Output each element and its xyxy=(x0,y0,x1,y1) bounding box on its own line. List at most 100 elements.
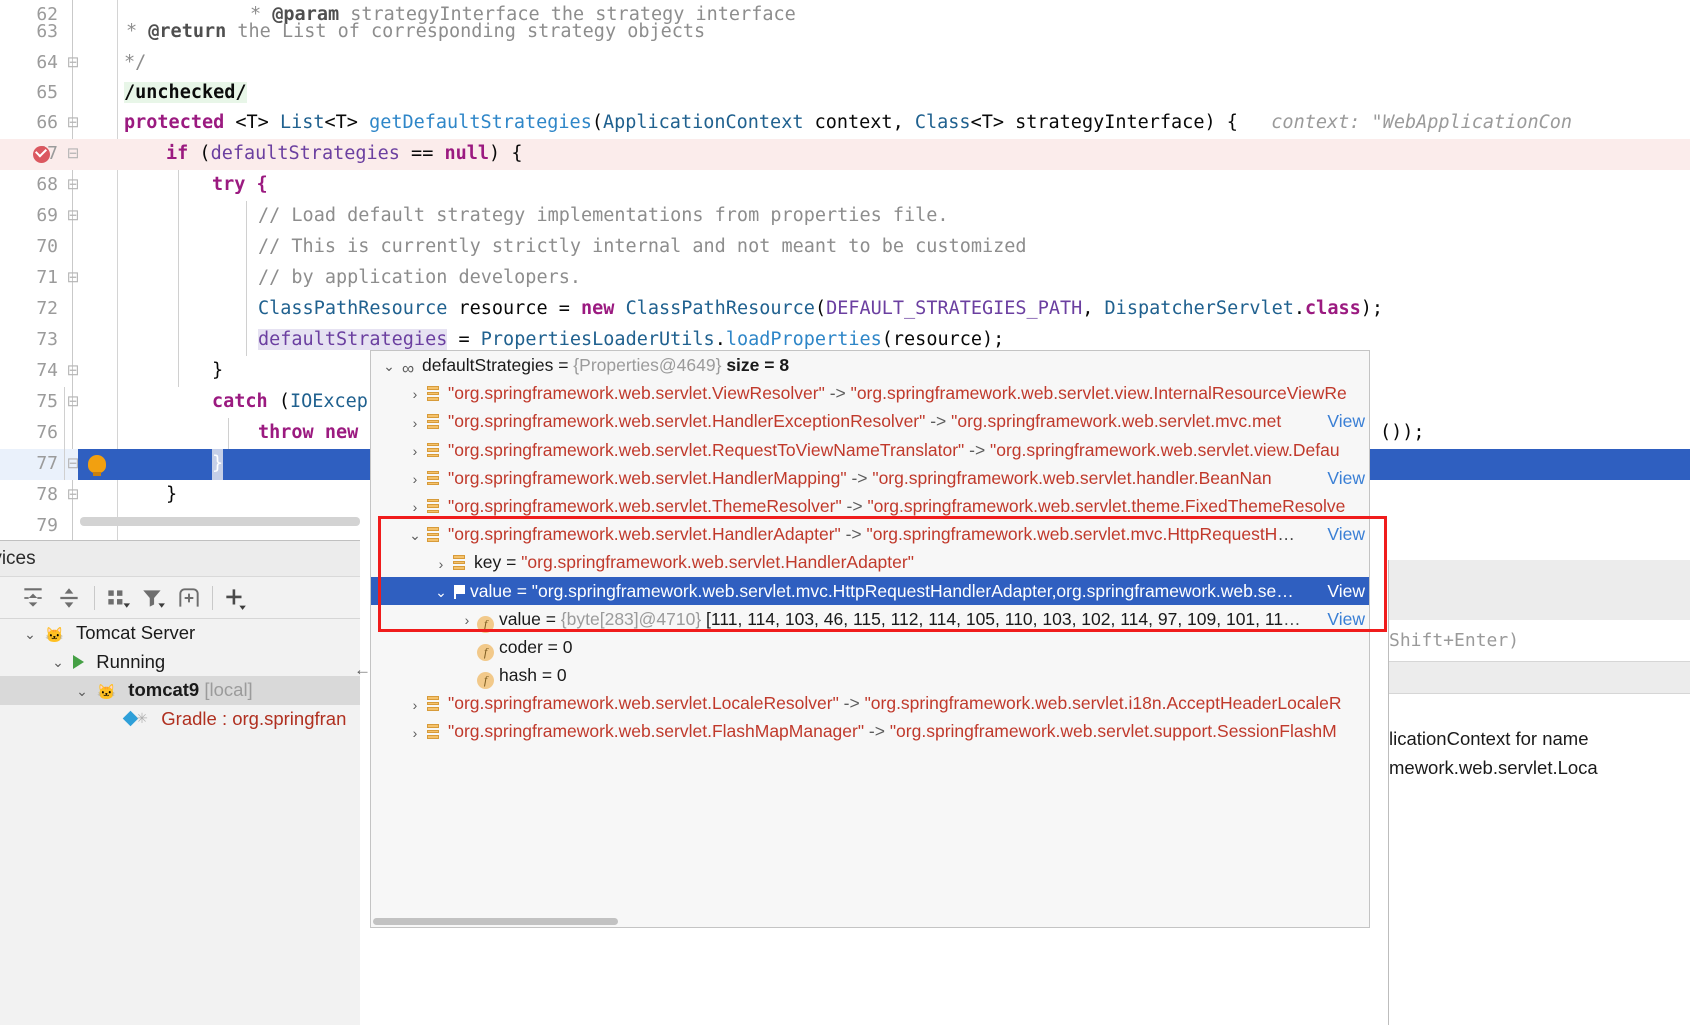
view-link[interactable]: View xyxy=(1327,464,1365,492)
debugger-entry-value: "org.springframework.web.servlet.mvc.met xyxy=(951,411,1282,432)
services-tree-row-gradle[interactable]: ✳ Gradle : org.springfran xyxy=(0,705,360,734)
code-line-68[interactable]: 68 ⊟ try { xyxy=(0,170,1690,201)
chevron-right-icon[interactable]: › xyxy=(405,437,425,464)
code-line-64[interactable]: 64 ⊟ */ xyxy=(0,48,1690,79)
chevron-right-icon[interactable]: › xyxy=(405,465,425,492)
debugger-tree-row-key[interactable]: › key = "org.springframework.web.servlet.… xyxy=(371,548,1369,576)
line-number: 77 xyxy=(36,453,58,474)
services-tree[interactable]: ⌄ Tomcat Server ⌄ Running ⌄ tomcat9 [loc… xyxy=(0,619,360,733)
chevron-right-icon[interactable]: › xyxy=(405,691,425,718)
code-token: DispatcherServlet xyxy=(1104,298,1294,319)
editor-horizontal-scrollbar[interactable] xyxy=(80,517,360,526)
services-panel: rvices ⌄ xyxy=(0,540,360,1025)
filter-icon[interactable] xyxy=(140,585,166,611)
debugger-node-value: "org.springframework.web.servlet.mvc.Htt… xyxy=(531,580,1277,601)
debugger-tree-row-root[interactable]: ⌄ ∞ defaultStrategies = {Properties@4649} … xyxy=(371,351,1369,379)
chevron-down-icon[interactable]: ⌄ xyxy=(72,677,92,706)
code-line-72[interactable]: 72 ClassPathResource resource = new Clas… xyxy=(0,294,1690,325)
right-side-panel: Shift+Enter) licationContext for name me… xyxy=(1388,560,1690,1025)
code-line-67[interactable]: 67 ⊟ if (defaultStrategies == null) { xyxy=(0,139,1690,170)
code-token: } xyxy=(212,449,224,480)
debugger-equals: = xyxy=(542,636,563,657)
services-tree-row-tomcat-server[interactable]: ⌄ Tomcat Server xyxy=(0,619,360,651)
code-token: <T> xyxy=(324,112,370,133)
code-token: == xyxy=(399,143,445,164)
debugger-tree-row-handlerexceptionresolver[interactable]: › "org.springframework.web.servlet.Handle… xyxy=(371,407,1369,435)
line-number: 74 xyxy=(36,360,58,381)
debugger-entry-value: "org.springframework.web.servlet.view.De… xyxy=(990,439,1340,460)
fold-marker[interactable]: ⊟ xyxy=(62,356,84,387)
fold-marker[interactable]: ⊟ xyxy=(62,263,84,294)
code-token: } xyxy=(212,360,224,381)
code-line-71[interactable]: 71 ⊟ // by application developers. xyxy=(0,263,1690,294)
services-tree-row-tomcat9[interactable]: ⌄ tomcat9 [local] xyxy=(0,676,360,708)
view-link[interactable]: View xyxy=(1327,407,1365,435)
chevron-right-icon[interactable]: › xyxy=(431,550,451,577)
debugger-tree-row-handlermapping[interactable]: › "org.springframework.web.servlet.Handle… xyxy=(371,464,1369,492)
debugger-tree-row-viewresolver[interactable]: › "org.springframework.web.servlet.ViewRe… xyxy=(371,379,1369,407)
add-tab-icon[interactable] xyxy=(176,585,202,611)
code-line-70[interactable]: 70 // This is currently strictly interna… xyxy=(0,232,1690,263)
collapse-all-icon[interactable] xyxy=(56,585,82,611)
fold-marker[interactable]: ⊟ xyxy=(62,387,84,418)
chevron-down-icon[interactable]: ⌄ xyxy=(379,352,399,379)
breakpoint-icon[interactable] xyxy=(33,146,50,163)
code-token: DEFAULT_STRATEGIES_PATH xyxy=(826,298,1083,319)
fold-marker[interactable]: ⊟ xyxy=(62,108,84,139)
debugger-entry-key: "org.springframework.web.servlet.Handler… xyxy=(448,411,926,432)
code-token: <T> xyxy=(224,112,280,133)
fold-marker[interactable]: ⊟ xyxy=(62,201,84,232)
view-link[interactable]: View xyxy=(1327,520,1365,548)
group-by-icon[interactable] xyxy=(104,585,130,611)
chevron-right-icon[interactable]: › xyxy=(405,409,425,436)
view-link[interactable]: View xyxy=(1327,577,1365,605)
code-line-69[interactable]: 69 ⊟ // Load default strategy implementa… xyxy=(0,201,1690,232)
map-entry-icon xyxy=(425,414,443,430)
debugger-tree-row-flashmapmanager[interactable]: › "org.springframework.web.servlet.FlashM… xyxy=(371,717,1369,745)
debugger-entry-arrow: -> xyxy=(925,411,952,432)
fold-marker[interactable]: ⊟ xyxy=(62,480,84,511)
debugger-tree-row-requesttoviewnametranslator[interactable]: › "org.springframework.web.servlet.Reques… xyxy=(371,436,1369,464)
debugger-value-popup[interactable]: ⌄ ∞ defaultStrategies = {Properties@4649} … xyxy=(370,350,1370,928)
intention-bulb-icon[interactable] xyxy=(88,455,106,476)
chevron-down-icon[interactable]: ⌄ xyxy=(20,620,40,649)
chevron-down-icon[interactable]: ⌄ xyxy=(405,521,425,548)
services-tree-row-running[interactable]: ⌄ Running xyxy=(0,648,360,677)
debugger-entry-value: "org.springframework.web.servlet.mvc.Htt… xyxy=(866,524,1278,545)
debugger-tree-row-localeresolver[interactable]: › "org.springframework.web.servlet.Locale… xyxy=(371,689,1369,717)
map-entry-icon xyxy=(425,386,443,402)
chevron-down-icon[interactable]: ⌄ xyxy=(431,578,451,605)
fold-marker[interactable]: ⊟ xyxy=(62,139,84,170)
map-entry-icon xyxy=(425,498,443,515)
map-entry-icon xyxy=(451,555,469,571)
code-token: ()); xyxy=(1380,422,1425,443)
debugger-tree-row-themeresolver[interactable]: › "org.springframework.web.servlet.ThemeR… xyxy=(371,492,1369,520)
collapse-left-arrow-icon[interactable]: ← xyxy=(354,660,371,680)
code-token: ( xyxy=(267,391,290,412)
expand-all-icon[interactable] xyxy=(20,585,46,611)
code-token: } xyxy=(166,484,178,505)
popup-horizontal-scrollbar[interactable] xyxy=(371,916,1369,927)
debugger-tree-row-hash[interactable]: f hash = 0 xyxy=(371,661,1369,690)
debugger-tree-row-handleradapter[interactable]: ⌄ "org.springframework.web.servlet.Handle… xyxy=(371,520,1369,548)
debugger-tree-row-coder[interactable]: f coder = 0 xyxy=(371,633,1369,661)
code-line-63[interactable]: 63 * @return the List of corresponding s… xyxy=(0,17,1690,48)
chevron-right-icon[interactable]: › xyxy=(405,380,425,407)
chevron-right-icon[interactable]: › xyxy=(405,493,425,520)
debugger-entry-value: "org.springframework.web.servlet.handler… xyxy=(872,467,1272,488)
fold-marker[interactable]: ⊟ xyxy=(62,170,84,201)
chevron-right-icon[interactable]: › xyxy=(405,719,425,746)
debugger-tree-row-value-bytes[interactable]: › f value = {byte[283]@4710} [111, 114, 10… xyxy=(371,605,1369,633)
view-link[interactable]: View xyxy=(1327,605,1365,633)
code-token: . xyxy=(1293,298,1306,319)
code-token: ) { xyxy=(489,143,523,164)
chevron-right-icon[interactable]: › xyxy=(457,606,477,633)
debugger-equals: = xyxy=(501,552,522,573)
chevron-down-icon[interactable]: ⌄ xyxy=(48,648,68,677)
code-line-66[interactable]: 66 ⊟ protected <T> List<T> getDefaultStr… xyxy=(0,108,1690,139)
code-line-65[interactable]: 65 /unchecked/ xyxy=(0,78,1690,109)
tab-services[interactable]: rvices xyxy=(0,548,36,570)
fold-marker[interactable]: ⊟ xyxy=(62,48,84,79)
debugger-tree-row-value[interactable]: ⌄ value = "org.springframework.web.servle… xyxy=(371,576,1369,605)
add-icon[interactable] xyxy=(222,585,248,611)
